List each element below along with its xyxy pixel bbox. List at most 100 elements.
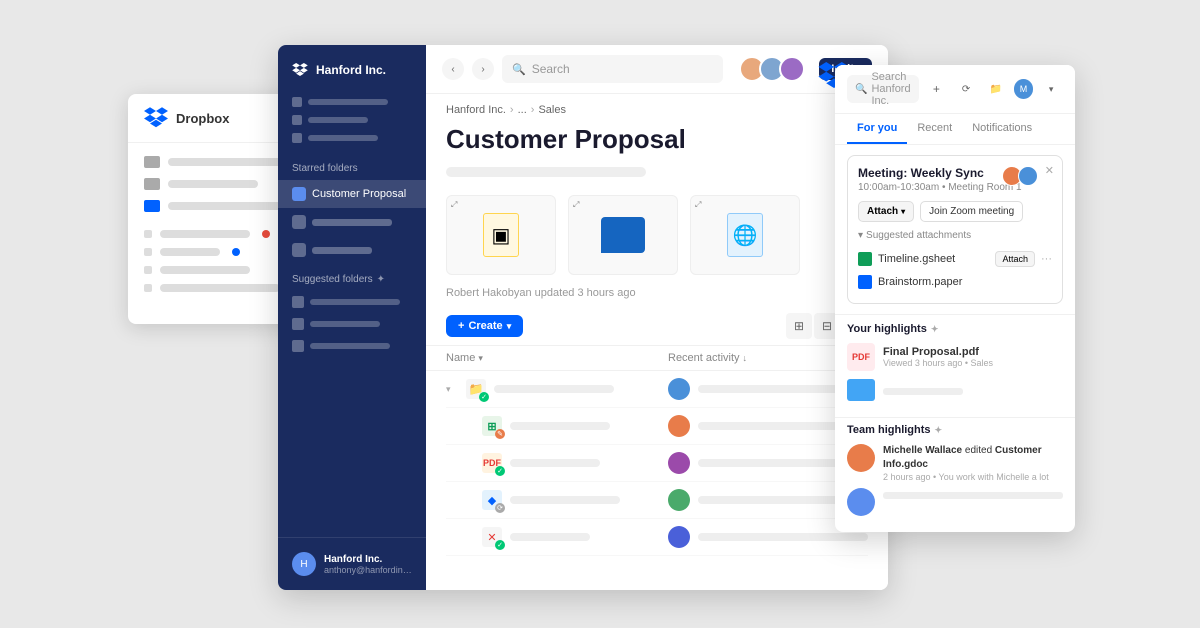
file-preview-3[interactable]: 🌐 ⤢ <box>690 195 800 275</box>
pdf-highlight-icon: PDF <box>847 343 875 371</box>
file-row[interactable]: ✕ ✓ <box>446 519 868 556</box>
file-preview-2[interactable]: ⤢ <box>568 195 678 275</box>
suggested-attachments-label: ▾ Suggested attachments <box>858 230 1052 241</box>
team-highlights-section: Team highlights ✦ Michelle Wallace edite… <box>835 417 1075 532</box>
team-highlight-item-2 <box>847 488 1063 516</box>
sidebar-item-2[interactable] <box>278 208 426 236</box>
dropbox-bg-logo-icon <box>144 106 168 130</box>
folder-row-icon: 📁 ✓ <box>466 379 486 399</box>
paper-icon <box>858 275 872 289</box>
activity-avatar <box>668 489 690 511</box>
sidebar-item-3[interactable] <box>278 236 426 264</box>
sort-down-icon: ↓ <box>743 353 748 363</box>
rp-avatar-icon[interactable]: M <box>1014 79 1034 99</box>
team-highlight-avatar-2 <box>847 488 875 516</box>
file-row-icon: ✕ ✓ <box>482 527 502 547</box>
highlight-filename-1: Final Proposal.pdf <box>883 346 1063 358</box>
activity-avatar <box>668 378 690 400</box>
sidebar-dropbox-icon <box>292 63 308 77</box>
sidebar-user-email: anthony@hanfordinc.com <box>324 565 412 575</box>
tab-recent[interactable]: Recent <box>907 114 962 144</box>
file-row[interactable]: ▾ 📁 ✓ <box>446 371 868 408</box>
file-row[interactable]: PDF ✓ <box>446 445 868 482</box>
sidebar-user-avatar: H <box>292 552 316 576</box>
breadcrumb: Hanford Inc. › ... › Sales <box>426 94 888 120</box>
rp-refresh-icon[interactable]: ⟳ <box>954 77 978 101</box>
gallery-view-button[interactable]: ⊞ <box>786 313 812 339</box>
bg-folder-icon <box>144 156 160 168</box>
file-list: ▾ 📁 ✓ ⊞ ✎ <box>426 371 888 590</box>
rp-search-icon: 🔍 <box>855 84 867 95</box>
highlight-item-1[interactable]: PDF Final Proposal.pdf Viewed 3 hours ag… <box>847 343 1063 371</box>
updated-line: Robert Hakobyan updated 3 hours ago <box>426 283 888 307</box>
file-previews: ▣ ⤢ ⤢ 🌐 ⤢ <box>426 187 888 283</box>
check-overlay-2: ✓ <box>495 540 505 550</box>
rp-add-button[interactable]: + <box>925 77 949 101</box>
meeting-card: ✕ Meeting: Weekly Sync 10:00am-10:30am •… <box>847 155 1063 304</box>
sidebar-sugg-1[interactable] <box>278 291 426 313</box>
rp-folder-icon[interactable]: 📁 <box>984 77 1008 101</box>
team-highlight-item-1[interactable]: Michelle Wallace edited Customer Info.gd… <box>847 444 1063 482</box>
file-preview-1[interactable]: ▣ ⤢ <box>446 195 556 275</box>
forward-button[interactable]: › <box>472 58 494 80</box>
sheet-row-icon: ⊞ ✎ <box>482 416 502 436</box>
breadcrumb-root[interactable]: Hanford Inc. <box>446 104 506 116</box>
sidebar-footer: H Hanford Inc. anthony@hanfordinc.com <box>278 537 426 590</box>
rp-search-bar[interactable]: 🔍 Search Hanford Inc. <box>847 75 919 103</box>
join-zoom-button[interactable]: Join Zoom meeting <box>920 201 1023 222</box>
create-button[interactable]: + Create ▾ <box>446 315 523 337</box>
collaborator-avatars <box>739 56 805 82</box>
page-title: Customer Proposal <box>426 120 888 163</box>
attachment-filename-1: Timeline.gsheet <box>878 253 989 265</box>
rp-header: 🔍 Search Hanford Inc. + ⟳ 📁 M ▾ <box>835 65 1075 114</box>
sidebar-item-customer-proposal[interactable]: Customer Proposal <box>278 180 426 208</box>
rp-chevron-down-icon[interactable]: ▾ <box>1039 77 1063 101</box>
more-options-icon[interactable]: ··· <box>1041 253 1052 265</box>
team-highlight-text: Michelle Wallace edited Customer Info.gd… <box>883 444 1063 472</box>
avatar-3 <box>779 56 805 82</box>
main-window: Hanford Inc. Starred folders Customer Pr… <box>278 45 888 590</box>
search-text: Search <box>532 62 570 76</box>
back-button[interactable]: ‹ <box>442 58 464 80</box>
create-label: Create <box>468 320 502 332</box>
attach-file-button-1[interactable]: Attach <box>995 251 1035 267</box>
plus-icon: + <box>458 320 464 332</box>
highlight-item-2[interactable] <box>847 379 1063 401</box>
bg-window-title: Dropbox <box>176 111 229 126</box>
highlight-meta-1: Viewed 3 hours ago • Sales <box>883 358 1063 368</box>
breadcrumb-dots[interactable]: ... <box>518 104 527 116</box>
right-panel: 🔍 Search Hanford Inc. + ⟳ 📁 M ▾ For you … <box>835 65 1075 532</box>
search-bar[interactable]: 🔍 Search <box>502 55 723 83</box>
sidebar-sugg-3[interactable] <box>278 335 426 357</box>
activity-avatar <box>668 415 690 437</box>
meeting-close-button[interactable]: ✕ <box>1045 164 1054 177</box>
file-row[interactable]: ⊞ ✎ <box>446 408 868 445</box>
suggested-folders-label: Suggested folders ✦ <box>278 264 426 291</box>
rp-search-text: Search Hanford Inc. <box>871 71 910 107</box>
activity-avatar <box>668 526 690 548</box>
starred-folders-label: Starred folders <box>278 151 426 180</box>
tab-for-you[interactable]: For you <box>847 114 907 144</box>
sort-icon: ▾ <box>478 353 483 364</box>
row-chevron-icon: ▾ <box>446 384 458 395</box>
attach-button[interactable]: Attach ▾ <box>858 201 914 222</box>
file-row[interactable]: ◆ ⟳ <box>446 482 868 519</box>
breadcrumb-current[interactable]: Sales <box>538 104 566 116</box>
globe-icon: 🌐 <box>727 213 763 257</box>
attachment-item-2[interactable]: Brainstorm.paper <box>858 271 1052 293</box>
attachment-item-1[interactable]: Timeline.gsheet Attach ··· <box>858 247 1052 271</box>
gsheet-icon <box>858 252 872 266</box>
check-overlay: ✓ <box>495 466 505 476</box>
column-name: Name ▾ <box>446 352 668 364</box>
meeting-avatar-2 <box>1018 166 1038 186</box>
content-toolbar: + Create ▾ ⊞ ⊟ ☰ <box>426 307 888 346</box>
team-highlight-avatar <box>847 444 875 472</box>
pdf-row-icon: PDF ✓ <box>482 453 502 473</box>
attach-chevron-icon: ▾ <box>901 207 905 216</box>
sidebar-sugg-2[interactable] <box>278 313 426 335</box>
tab-notifications[interactable]: Notifications <box>962 114 1042 144</box>
doc-row-icon: ◆ ⟳ <box>482 490 502 510</box>
edit-overlay: ✎ <box>495 429 505 439</box>
shield-folder-icon <box>292 187 306 201</box>
main-content-area: ‹ › 🔍 Search Invite Hanford Inc. › ... ›… <box>426 45 888 590</box>
